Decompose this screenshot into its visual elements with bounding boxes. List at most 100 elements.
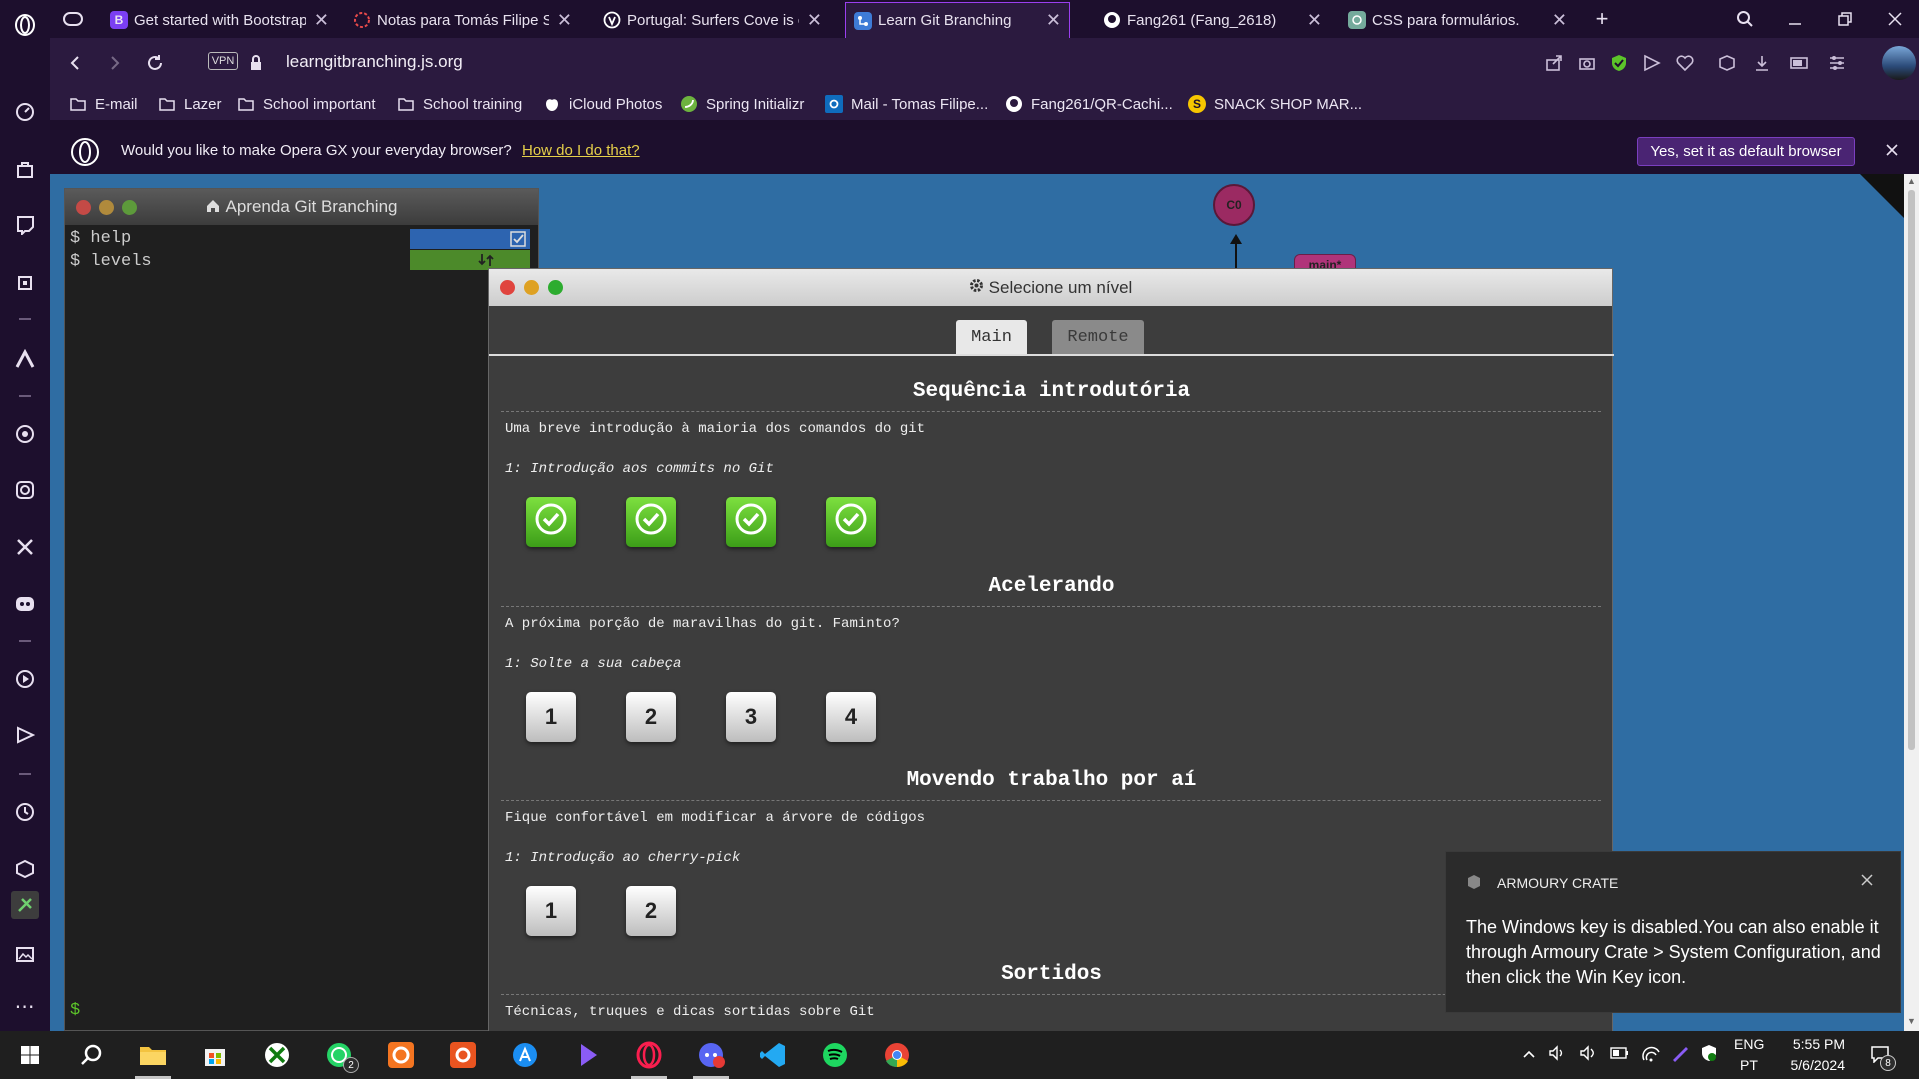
forward-icon[interactable]	[103, 51, 127, 75]
chevron-up-icon[interactable]	[1522, 1047, 1536, 1065]
opera-gx-icon[interactable]	[629, 1037, 669, 1079]
close-notification-icon[interactable]	[1860, 873, 1874, 892]
level-button-1-2[interactable]	[626, 497, 676, 547]
instagram-icon[interactable]	[13, 478, 37, 502]
ubuntu-icon[interactable]	[443, 1037, 483, 1073]
scroll-down-icon[interactable]: ▼	[1907, 1016, 1916, 1026]
battery-icon[interactable]	[1610, 1046, 1630, 1065]
level-button-3-1[interactable]: 1	[526, 886, 576, 936]
whatsapp-icon[interactable]	[13, 422, 37, 446]
bookmark-snack-shop[interactable]: S SNACK SHOP MAR...	[1188, 93, 1362, 115]
share-icon[interactable]	[1542, 51, 1566, 75]
tab-main[interactable]: Main	[956, 320, 1027, 354]
app-store-icon[interactable]	[505, 1037, 545, 1073]
close-dot[interactable]	[500, 280, 515, 295]
tab-learn-git-branching[interactable]: Learn Git Branching ✕	[845, 2, 1070, 38]
bookmark-school-training[interactable]: School training	[397, 93, 522, 115]
terminal-prompt[interactable]: $	[70, 1001, 80, 1020]
close-tab-icon[interactable]: ✕	[807, 10, 822, 31]
extension-icon[interactable]	[11, 891, 39, 919]
discord-icon[interactable]	[691, 1037, 731, 1079]
level-button-2-3[interactable]: 3	[726, 692, 776, 742]
cpu-limiter-icon[interactable]	[13, 271, 37, 295]
visual-studio-icon[interactable]	[567, 1037, 607, 1073]
player-icon[interactable]	[13, 667, 37, 691]
close-tab-icon[interactable]: ✕	[314, 10, 329, 31]
armoury-crate-notification[interactable]: ARMOURY CRATE The Windows key is disable…	[1445, 851, 1901, 1013]
url-field[interactable]: learngitbranching.js.org	[286, 52, 463, 72]
chrome-icon[interactable]	[877, 1037, 917, 1073]
terminal-window[interactable]: Aprenda Git Branching $ help $ levels $	[64, 188, 539, 1031]
level-button-2-2[interactable]: 2	[626, 692, 676, 742]
tab-bootstrap[interactable]: B Get started with Bootstrap ✕	[102, 2, 337, 38]
microsoft-store-icon[interactable]	[195, 1037, 235, 1073]
minimize-icon[interactable]	[1783, 7, 1807, 31]
infobar-help-link[interactable]: How do I do that?	[522, 142, 640, 159]
whatsapp-icon[interactable]: 2	[319, 1037, 359, 1073]
gallery-icon[interactable]	[13, 942, 37, 966]
adblock-shield-icon[interactable]	[1607, 51, 1631, 75]
speaker-icon[interactable]	[1548, 1045, 1566, 1066]
tab-remote[interactable]: Remote	[1052, 320, 1144, 354]
vscode-icon[interactable]	[753, 1037, 793, 1073]
bookmark-lazer[interactable]: Lazer	[158, 93, 222, 115]
xbox-icon[interactable]	[257, 1037, 297, 1073]
spotify-icon[interactable]	[815, 1037, 855, 1073]
search-tabs-icon[interactable]	[1733, 7, 1757, 31]
bookmark-icloud-photos[interactable]: iCloud Photos	[543, 93, 662, 115]
page-scrollbar[interactable]: ▲ ▼	[1904, 174, 1919, 1031]
volume-icon[interactable]	[1579, 1045, 1597, 1066]
minimize-dot[interactable]	[99, 200, 114, 215]
easy-setup-icon[interactable]	[1825, 51, 1849, 75]
scrollbar-thumb[interactable]	[1908, 190, 1915, 750]
bookmark-mail-tomas[interactable]: Mail - Tomas Filipe...	[825, 93, 988, 115]
flow-send-icon[interactable]	[1640, 51, 1664, 75]
bookmark-school-important[interactable]: School important	[237, 93, 376, 115]
discord-icon[interactable]	[13, 592, 37, 616]
pen-icon[interactable]	[1670, 1044, 1690, 1067]
gx-control-icon[interactable]	[61, 7, 85, 31]
cube-icon[interactable]	[1715, 51, 1739, 75]
close-infobar-icon[interactable]	[1885, 143, 1899, 162]
close-tab-icon[interactable]: ✕	[1307, 10, 1322, 31]
tab-notas[interactable]: Notas para Tomás Filipe Sa ✕	[345, 2, 580, 38]
close-tab-icon[interactable]: ✕	[1046, 10, 1061, 31]
send-icon[interactable]	[13, 723, 37, 747]
speed-dial-icon[interactable]	[13, 100, 37, 124]
twitch-icon[interactable]	[13, 213, 37, 237]
close-dot[interactable]	[76, 200, 91, 215]
minimize-dot[interactable]	[524, 280, 539, 295]
level-button-2-1[interactable]: 1	[526, 692, 576, 742]
level-button-1-4[interactable]	[826, 497, 876, 547]
language-indicator[interactable]: ENG PT	[1734, 1036, 1764, 1073]
download-icon[interactable]	[1750, 51, 1774, 75]
level-button-3-2[interactable]: 2	[626, 886, 676, 936]
tab-css-formularios[interactable]: CSS para formulários. ✕	[1340, 2, 1575, 38]
profile-avatar[interactable]	[1882, 46, 1916, 80]
aria-icon[interactable]	[13, 347, 37, 371]
tab-portugal[interactable]: Portugal: Surfers Cove is cc ✕	[595, 2, 830, 38]
tab-github-fang[interactable]: Fang261 (Fang_2618) ✕	[1095, 2, 1330, 38]
battery-saver-icon[interactable]	[1788, 51, 1812, 75]
wifi-icon[interactable]	[1641, 1044, 1661, 1067]
bookmark-github-qr[interactable]: Fang261/QR-Cachi...	[1005, 93, 1173, 115]
clock[interactable]: 5:55 PM 5/6/2024	[1775, 1036, 1846, 1073]
maximize-dot[interactable]	[548, 280, 563, 295]
terminal-titlebar[interactable]: Aprenda Git Branching	[65, 189, 538, 225]
reload-icon[interactable]	[143, 51, 167, 75]
bookmark-spring-initializr[interactable]: Spring Initializr	[680, 93, 804, 115]
heart-icon[interactable]	[1673, 51, 1697, 75]
close-tab-icon[interactable]: ✕	[557, 10, 572, 31]
x-twitter-icon[interactable]	[13, 535, 37, 559]
new-tab-icon[interactable]: +	[1590, 6, 1614, 31]
commit-node-c0[interactable]: C0	[1213, 184, 1255, 226]
lock-icon[interactable]	[244, 51, 268, 75]
camera-icon[interactable]	[1575, 51, 1599, 75]
restore-icon[interactable]	[1833, 7, 1857, 31]
level-button-1-1[interactable]	[526, 497, 576, 547]
search-icon[interactable]	[71, 1037, 111, 1073]
windows-start-icon[interactable]	[10, 1037, 50, 1073]
close-window-icon[interactable]	[1883, 7, 1907, 31]
level-button-2-4[interactable]: 4	[826, 692, 876, 742]
close-tab-icon[interactable]: ✕	[1552, 10, 1567, 31]
